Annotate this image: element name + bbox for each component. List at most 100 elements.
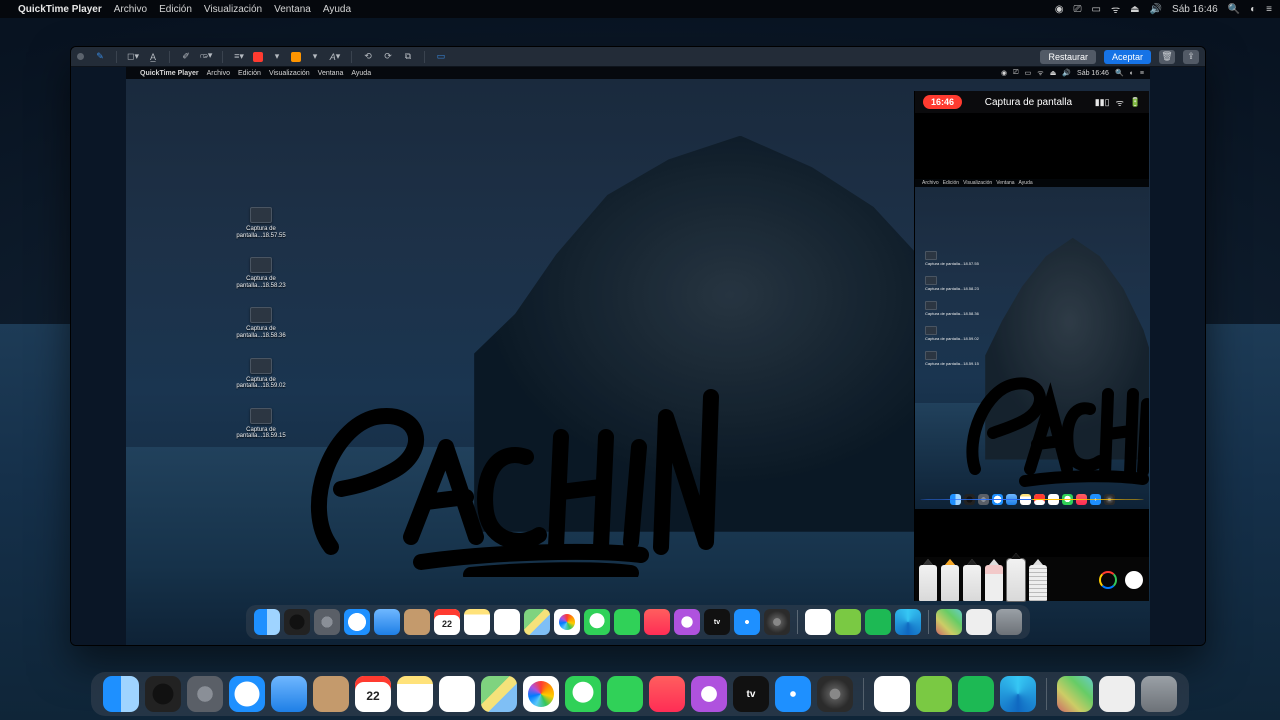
dock-contacts-icon[interactable] — [404, 609, 430, 635]
ipad-mirror-canvas[interactable]: ArchivoEdición VisualizaciónVentana Ayud… — [915, 179, 1149, 509]
dock-trash-icon[interactable] — [996, 609, 1022, 635]
wifi-icon[interactable]: ᯤ — [1111, 2, 1120, 16]
screenshot-canvas[interactable]: QuickTime Player Archivo Edición Visuali… — [71, 67, 1205, 645]
pen-tool-1[interactable] — [919, 565, 937, 601]
desktop-file-1[interactable]: Captura de pantalla...18.57.55 — [236, 207, 285, 239]
outer-dock-podcasts-icon[interactable] — [691, 676, 727, 712]
outer-dock-messages-icon[interactable] — [565, 676, 601, 712]
dock-appstore-icon[interactable] — [734, 609, 760, 635]
pen-tool-icon[interactable]: ✎ — [94, 51, 106, 63]
outer-dock-launchpad-icon[interactable] — [187, 676, 223, 712]
dock-edge-icon[interactable] — [895, 609, 921, 635]
pen-tool-3[interactable] — [963, 565, 981, 601]
color-picker-icon[interactable] — [1099, 571, 1117, 589]
outer-dock-photos-icon[interactable] — [523, 676, 559, 712]
menu-app-name[interactable]: QuickTime Player — [18, 4, 102, 15]
dock-stack-2-icon[interactable] — [966, 609, 992, 635]
outer-dock-settings-icon[interactable] — [817, 676, 853, 712]
outer-dock-stack-1-icon[interactable] — [1057, 676, 1093, 712]
crop-tool-icon[interactable]: ⧉ — [402, 51, 414, 63]
desktop-file-3[interactable]: Captura de pantalla...18.58.36 — [236, 307, 285, 339]
rotate-right-icon[interactable]: ⟳ — [382, 51, 394, 63]
outer-dock-edge-icon[interactable] — [1000, 676, 1036, 712]
dock-messages-icon[interactable] — [584, 609, 610, 635]
dock-stack-1-icon[interactable] — [936, 609, 962, 635]
share-button[interactable]: ⇪ — [1183, 50, 1199, 64]
outer-dock-reminders-icon[interactable] — [439, 676, 475, 712]
menu-item-ventana[interactable]: Ventana — [274, 4, 311, 15]
outer-dock-tv-icon[interactable]: tv — [733, 676, 769, 712]
text-style-icon[interactable]: A▾ — [329, 51, 341, 63]
dock-mail-icon[interactable] — [374, 609, 400, 635]
eraser-tool[interactable] — [985, 565, 1003, 601]
display-icon[interactable]: ▭ — [1092, 4, 1101, 15]
current-color-swatch[interactable] — [1125, 571, 1143, 589]
menu-item-visualizacion[interactable]: Visualización — [204, 4, 262, 15]
dock-music-icon[interactable] — [644, 609, 670, 635]
dock-spotify-icon[interactable] — [865, 609, 891, 635]
sign-tool-icon[interactable]: ꩠ▾ — [200, 51, 212, 63]
outer-dock-mic-icon[interactable] — [874, 676, 910, 712]
dock-settings-icon[interactable] — [764, 609, 790, 635]
dock-reminders-icon[interactable] — [494, 609, 520, 635]
outer-dock-facetime-icon[interactable] — [607, 676, 643, 712]
outer-dock-appstore-icon[interactable] — [775, 676, 811, 712]
menu-clock[interactable]: Sáb 16:46 — [1172, 4, 1218, 15]
outer-dock-calendar-icon[interactable] — [355, 676, 391, 712]
eject-icon[interactable]: ⏏ — [1130, 4, 1139, 15]
outer-dock-camtasia-icon[interactable] — [916, 676, 952, 712]
outer-dock-trash-icon[interactable] — [1141, 676, 1177, 712]
notification-center-icon[interactable]: ≡ — [1266, 4, 1272, 15]
spotlight-icon[interactable]: 🔍 — [1228, 4, 1240, 15]
rotate-left-icon[interactable]: ⟲ — [362, 51, 374, 63]
line-weight-icon[interactable]: ≡▾ — [233, 51, 245, 63]
pen-tool-selected[interactable] — [1007, 559, 1025, 601]
shapes-tool-icon[interactable]: ◻▾ — [127, 51, 139, 63]
ruler-tool[interactable] — [1029, 565, 1047, 601]
outer-dock-spotify-icon[interactable] — [958, 676, 994, 712]
dock-launchpad-icon[interactable] — [314, 609, 340, 635]
annotate-ipad-icon[interactable]: ▭ — [435, 51, 447, 63]
restore-button[interactable]: Restaurar — [1040, 50, 1096, 64]
outer-dock-mail-icon[interactable] — [271, 676, 307, 712]
dock-camtasia-icon[interactable] — [835, 609, 861, 635]
menu-item-edicion[interactable]: Edición — [159, 4, 192, 15]
stroke-color-swatch[interactable] — [253, 52, 263, 62]
desktop-file-5[interactable]: Captura de pantalla...18.59.15 — [236, 408, 285, 440]
inner-menu-ayuda: Ayuda — [351, 70, 371, 77]
outer-dock-maps-icon[interactable] — [481, 676, 517, 712]
dock-safari-icon[interactable] — [344, 609, 370, 635]
dock-calendar-icon[interactable] — [434, 609, 460, 635]
trash-button[interactable]: 🗑 — [1159, 50, 1175, 64]
outer-dock-notes-icon[interactable] — [397, 676, 433, 712]
outer-dock-stack-2-icon[interactable] — [1099, 676, 1135, 712]
highlight-tool-icon[interactable]: ✐ — [180, 51, 192, 63]
dock-notes-icon[interactable] — [464, 609, 490, 635]
dock-maps-icon[interactable] — [524, 609, 550, 635]
outer-dock-finder-icon[interactable] — [103, 676, 139, 712]
desktop-file-2[interactable]: Captura de pantalla...18.58.23 — [236, 257, 285, 289]
menu-item-ayuda[interactable]: Ayuda — [323, 4, 351, 15]
outer-dock-safari-icon[interactable] — [229, 676, 265, 712]
dock-podcasts-icon[interactable] — [674, 609, 700, 635]
window-close-button[interactable] — [77, 53, 84, 60]
accept-button[interactable]: Aceptar — [1104, 50, 1151, 64]
menu-item-archivo[interactable]: Archivo — [114, 4, 147, 15]
dock-photos-icon[interactable] — [554, 609, 580, 635]
pen-tool-2[interactable] — [941, 565, 959, 601]
dock-tv-icon[interactable]: tv — [704, 609, 730, 635]
siri-menu-icon[interactable]: ◐ — [1250, 4, 1256, 15]
record-indicator-icon[interactable]: ◉ — [1055, 4, 1064, 15]
dock-facetime-icon[interactable] — [614, 609, 640, 635]
outer-dock-contacts-icon[interactable] — [313, 676, 349, 712]
outer-dock-siri-icon[interactable] — [145, 676, 181, 712]
outer-dock-music-icon[interactable] — [649, 676, 685, 712]
dock-siri-icon[interactable] — [284, 609, 310, 635]
desktop-file-4[interactable]: Captura de pantalla...18.59.02 — [236, 358, 285, 390]
text-tool-icon[interactable]: A̲ — [147, 51, 159, 63]
fill-color-swatch[interactable] — [291, 52, 301, 62]
volume-icon[interactable]: 🔊 — [1150, 4, 1162, 15]
airplay-icon[interactable]: ⎚ — [1074, 4, 1082, 15]
dock-mic-icon[interactable] — [805, 609, 831, 635]
dock-finder-icon[interactable] — [254, 609, 280, 635]
